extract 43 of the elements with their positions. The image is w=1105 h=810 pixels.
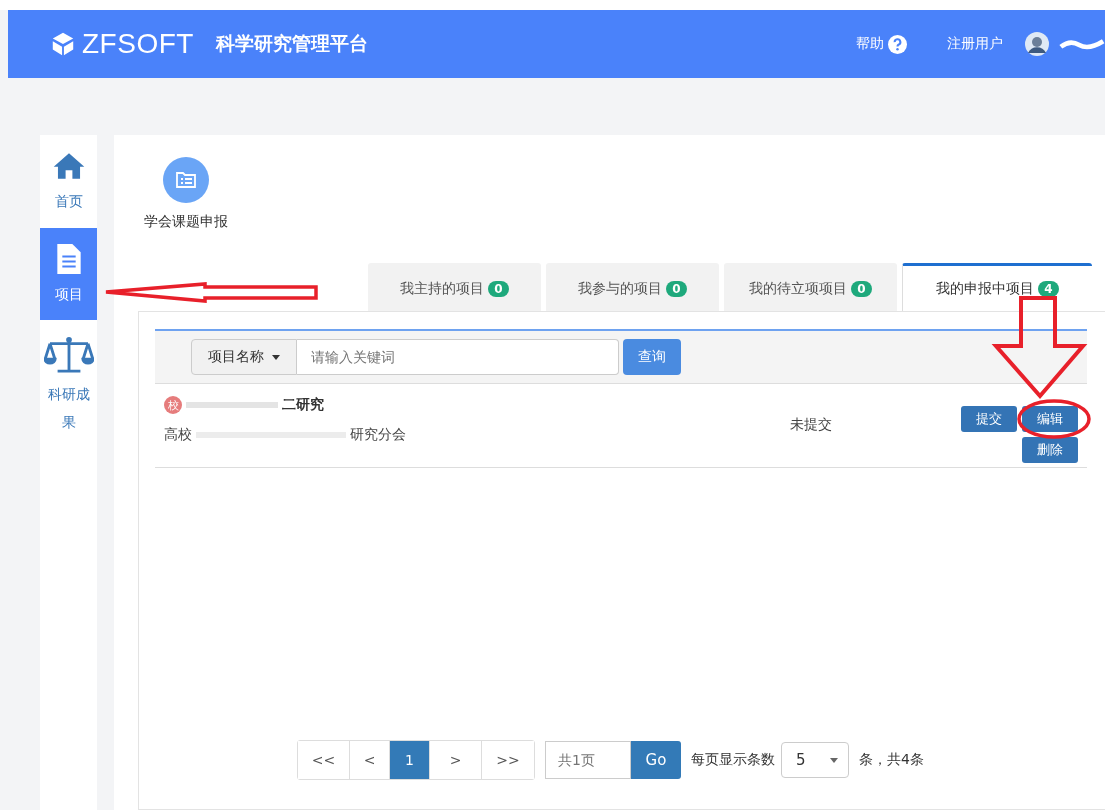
caret-icon (830, 757, 838, 763)
help-link[interactable]: 帮助 (856, 34, 907, 54)
scales-icon (43, 336, 94, 374)
user-role: 注册用户 (947, 35, 1003, 53)
app-title: 科学研究管理平台 (215, 31, 368, 56)
logo-text: ZFSOFT (82, 28, 194, 60)
sidebar-item[interactable]: 项目 (40, 228, 97, 320)
project-title[interactable]: 二研究 (282, 396, 324, 414)
go-button[interactable]: Go (631, 741, 681, 779)
organization-text: 研究分会 (350, 426, 406, 444)
avatar-icon[interactable] (1025, 32, 1049, 56)
shortcut-label[interactable]: 学会课题申报 (144, 213, 228, 231)
tab[interactable]: 我主持的项目 0 (368, 263, 541, 311)
action-button[interactable]: 提交 (961, 406, 1017, 432)
cube-logo-icon (50, 31, 76, 57)
organization-text: 高校 (164, 426, 192, 444)
count-badge: 0 (851, 280, 872, 297)
action-button[interactable]: 编辑 (1022, 406, 1078, 432)
school-badge: 校 (164, 396, 182, 414)
document-icon (56, 244, 81, 274)
page-input[interactable]: 共1页 (545, 741, 631, 779)
tab[interactable]: 我参与的项目 0 (546, 263, 719, 311)
sidebar-item[interactable]: 科研成果 (40, 320, 97, 448)
page-button[interactable]: 1 (390, 741, 430, 779)
status-text: 未提交 (790, 416, 832, 434)
count-badge: 4 (1038, 280, 1059, 297)
action-button[interactable]: 删除 (1022, 437, 1078, 463)
sidebar-item[interactable]: 首页 (40, 135, 97, 228)
help-icon[interactable] (888, 34, 907, 54)
count-badge: 0 (488, 280, 509, 297)
tab[interactable]: 我的申报中项目 4 (902, 263, 1092, 311)
scribble-mark (1059, 37, 1105, 51)
search-field[interactable]: 请输入关键词 (297, 339, 619, 375)
total-text: 条，共4条 (859, 751, 924, 769)
field-dropdown[interactable]: 项目名称 (191, 339, 297, 375)
page-button[interactable]: << (298, 741, 350, 779)
house-icon (51, 151, 86, 181)
folder-icon[interactable] (163, 157, 209, 203)
caret-icon (272, 354, 281, 360)
tab[interactable]: 我的待立项项目 0 (724, 263, 897, 311)
per-page-select[interactable]: 5 (781, 742, 849, 778)
count-badge: 0 (666, 280, 687, 297)
per-page-label: 每页显示条数 (691, 751, 775, 769)
